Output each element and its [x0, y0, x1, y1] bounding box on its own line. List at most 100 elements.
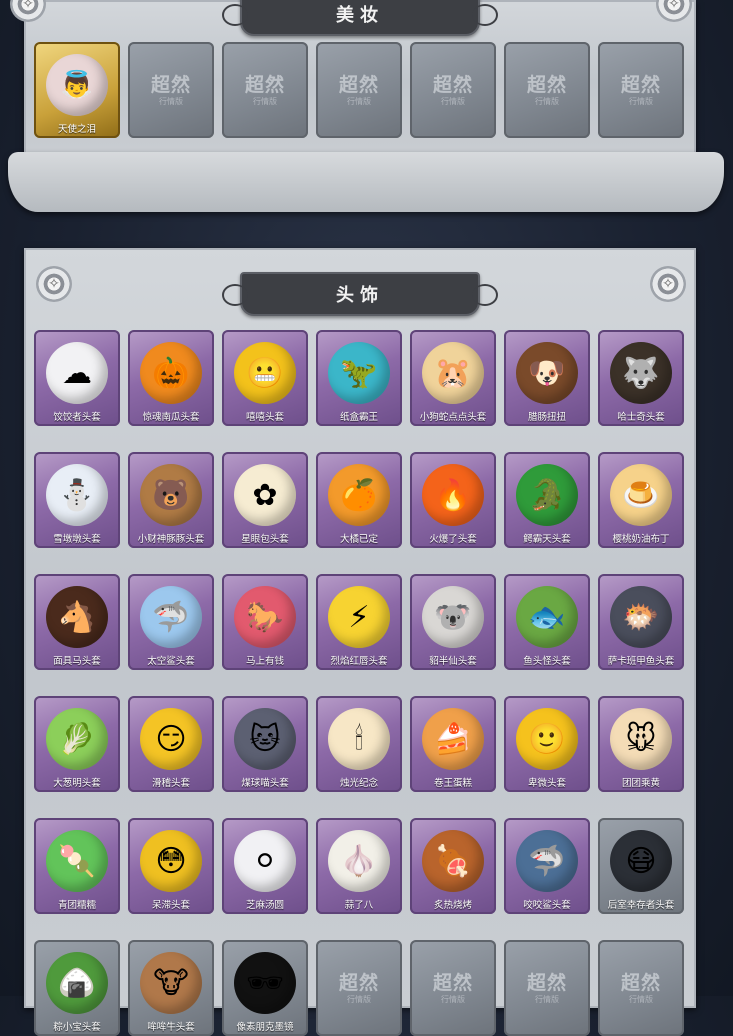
makeup-section-title: 美妆	[222, 0, 498, 36]
headwear-item-card[interactable]: 🥬 大葱明头套	[34, 696, 120, 792]
headwear-item-card[interactable]: 😷 后室幸存者头套	[598, 818, 684, 914]
empty-slot: 超然 行情版	[316, 42, 402, 138]
item-name: 饺饺者头套	[53, 412, 101, 423]
placeholder-logo: 超然	[620, 74, 661, 96]
candle-head-icon: 🕯	[328, 708, 390, 770]
garlic-head-icon: 🧄	[328, 830, 390, 892]
placeholder-logo: 超然	[526, 972, 567, 994]
item-name: 团团乘黄	[621, 778, 660, 789]
headwear-item-card[interactable]: 🐮 哞哞牛头套	[128, 940, 214, 1036]
headwear-item-card[interactable]: 🐎 马上有钱	[222, 574, 308, 670]
biting-shark-icon: 🦈	[516, 830, 578, 892]
headwear-item-card[interactable]: 🧄 蒜了八	[316, 818, 402, 914]
bun-head-icon: ✿	[234, 464, 296, 526]
dumpling-head-icon: ☁	[46, 342, 108, 404]
placeholder-logo: 超然	[432, 972, 473, 994]
headwear-item-card[interactable]: 🔥 火爆了头套	[410, 452, 496, 548]
headwear-item-card[interactable]: 🐱 煤球喵头套	[222, 696, 308, 792]
item-name: 粽小宝头套	[53, 1022, 101, 1033]
bokchoy-head-icon: 🥬	[46, 708, 108, 770]
headwear-item-card[interactable]: 🐹 小狗蛇点点头套	[410, 330, 496, 426]
item-name: 烈焰红唇头套	[330, 656, 388, 667]
roll-cake-icon: 🍰	[422, 708, 484, 770]
headwear-item-card[interactable]: 🎃 惊魂南瓜头套	[128, 330, 214, 426]
empty-slot: 超然 行情版	[410, 940, 496, 1036]
sesame-ball-icon: ⚪	[234, 830, 296, 892]
item-name: 鱼头怪头套	[523, 656, 571, 667]
headwear-item-card[interactable]: 🐺 哈士奇头套	[598, 330, 684, 426]
headwear-item-card[interactable]: 🐻 小财神豚豚头套	[128, 452, 214, 548]
placeholder-logo: 超然	[432, 74, 473, 96]
item-name: 烛光纪念	[339, 778, 378, 789]
placeholder-sub: 行情版	[535, 97, 559, 106]
headwear-item-card[interactable]: 🍙 粽小宝头套	[34, 940, 120, 1036]
red-horse-head-icon: 🐎	[234, 586, 296, 648]
headwear-item-card[interactable]: 🍮 樱桃奶油布丁	[598, 452, 684, 548]
shark-head-icon: 🦈	[140, 586, 202, 648]
headwear-item-card[interactable]: ⛄ 雪墩墩头套	[34, 452, 120, 548]
headwear-item-card[interactable]: 🦈 咬咬鲨头套	[504, 818, 590, 914]
item-name: 卷王蛋糕	[433, 778, 472, 789]
makeup-panel: 美妆 ✧ ✧ 👼 天使之泪 超然 行情版 超然 行情版 超然 行情版 超然 行情版 超然…	[10, 0, 696, 162]
crocodile-head-icon: 🐊	[516, 464, 578, 526]
placeholder-sub: 行情版	[159, 97, 183, 106]
headwear-item-card[interactable]: 😬 嘻嘻头套	[222, 330, 308, 426]
headwear-item-card[interactable]: 🕶 像素朋克墨镜	[222, 940, 308, 1036]
headwear-section-title: 头饰	[222, 272, 498, 316]
item-name: 卑微头套	[527, 778, 566, 789]
headwear-item-card[interactable]: 🐟 鱼头怪头套	[504, 574, 590, 670]
fish-head-icon: 🐟	[516, 586, 578, 648]
headwear-item-card[interactable]: 😳 呆滞头套	[128, 818, 214, 914]
headwear-item-card[interactable]: 🦈 太空鲨头套	[128, 574, 214, 670]
item-name: 煤球喵头套	[241, 778, 289, 789]
item-name: 咬咬鲨头套	[523, 900, 571, 911]
headwear-item-card[interactable]: 🐡 萨卡班甲鱼头套	[598, 574, 684, 670]
empty-slot: 超然 行情版	[128, 42, 214, 138]
headwear-item-card[interactable]: 😏 滑稽头套	[128, 696, 214, 792]
headwear-item-card[interactable]: 🕯 烛光纪念	[316, 696, 402, 792]
pudding-head-icon: 🍮	[610, 464, 672, 526]
headwear-item-card[interactable]: ✿ 星眼包头套	[222, 452, 308, 548]
headwear-item-card[interactable]: 🙂 卑微头套	[504, 696, 590, 792]
headwear-item-card[interactable]: ⚡ 烈焰红唇头套	[316, 574, 402, 670]
item-name: 后室幸存者头套	[607, 900, 675, 911]
item-name: 萨卡班甲鱼头套	[607, 656, 675, 667]
grin-face-icon: 😬	[234, 342, 296, 404]
gray-cat-head-icon: 🐱	[234, 708, 296, 770]
item-name: 大葱明头套	[53, 778, 101, 789]
item-name: 雪墩墩头套	[53, 534, 101, 545]
headwear-item-card[interactable]: 🐴 面具马头套	[34, 574, 120, 670]
headwear-item-card[interactable]: 🦖 纸盒霸王	[316, 330, 402, 426]
item-name: 青团糯糯	[57, 900, 96, 911]
headwear-item-card[interactable]: 🍡 青团糯糯	[34, 818, 120, 914]
placeholder-sub: 行情版	[441, 97, 465, 106]
headwear-grid: ☁ 饺饺者头套 🎃 惊魂南瓜头套 😬 嘻嘻头套 🦖 纸盒霸王 🐹 小狗蛇点点头套 🐶 腊肠扭扭 🐺 哈士奇…	[34, 330, 684, 1036]
headwear-item-card[interactable]: 🐶 腊肠扭扭	[504, 330, 590, 426]
placeholder-logo: 超然	[338, 74, 379, 96]
item-name: 貂半仙头套	[429, 656, 477, 667]
headwear-item-card[interactable]: 🐨 貂半仙头套	[410, 574, 496, 670]
humble-face-icon: 🙂	[516, 708, 578, 770]
empty-slot: 超然 行情版	[222, 42, 308, 138]
placeholder-logo: 超然	[338, 972, 379, 994]
corner-ornament-icon: ✧	[656, 0, 692, 22]
headwear-panel: ✧ ✧ 头饰 ☁ 饺饺者头套 🎃 惊魂南瓜头套 😬 嘻嘻头套 🦖 纸盒霸王 🐹 小狗蛇点点头套 🐶 腊…	[24, 248, 696, 1036]
dachshund-head-icon: 🐶	[516, 342, 578, 404]
placeholder-logo: 超然	[526, 74, 567, 96]
headwear-item-card[interactable]: 🍖 炙热烧烤	[410, 818, 496, 914]
headwear-item-card[interactable]: ☁ 饺饺者头套	[34, 330, 120, 426]
headwear-item-card[interactable]: ⚪ 芝麻汤圆	[222, 818, 308, 914]
headwear-item-card[interactable]: 🐭 团团乘黄	[598, 696, 684, 792]
empty-slot: 超然 行情版	[504, 940, 590, 1036]
pumpkin-head-icon: 🎃	[140, 342, 202, 404]
makeup-item-card[interactable]: 👼 天使之泪	[34, 42, 120, 138]
headwear-item-card[interactable]: 🍊 大橘已定	[316, 452, 402, 548]
husky-head-icon: 🐺	[610, 342, 672, 404]
placeholder-sub: 行情版	[253, 97, 277, 106]
capybara-head-icon: 🐻	[140, 464, 202, 526]
headwear-item-card[interactable]: 🍰 卷王蛋糕	[410, 696, 496, 792]
angel-tear-icon: 👼	[46, 54, 108, 116]
gas-mask-icon: 😷	[610, 830, 672, 892]
headwear-item-card[interactable]: 🐊 鳄霸天头套	[504, 452, 590, 548]
sacabambaspis-head-icon: 🐡	[610, 586, 672, 648]
